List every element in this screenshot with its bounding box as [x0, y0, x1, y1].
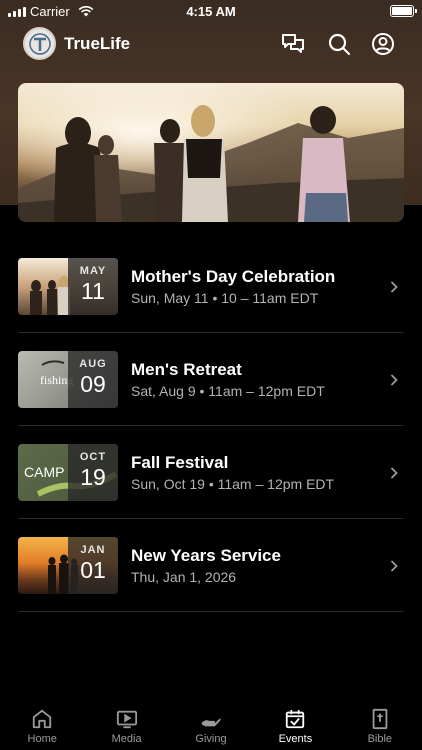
bible-icon	[372, 708, 388, 730]
logo-icon	[28, 32, 51, 55]
chevron-right-icon	[390, 467, 398, 479]
event-datetime: Sat, Aug 9 • 11am – 12pm EDT	[131, 383, 325, 399]
badge-day: 01	[80, 557, 106, 583]
event-row[interactable]: fishing AUG 09 Men's Retreat Sat, Aug 9 …	[18, 333, 404, 426]
giving-icon	[201, 718, 221, 727]
chevron-right-icon	[390, 560, 398, 572]
app-title: TrueLife	[64, 34, 131, 53]
event-list: MAY 11 Mother's Day Celebration Sun, May…	[18, 240, 404, 612]
calendar-icon	[286, 709, 305, 729]
event-title: Mother's Day Celebration	[131, 267, 336, 286]
date-badge: OCT 19	[68, 444, 118, 501]
app-logo[interactable]	[23, 27, 56, 60]
badge-month: JAN	[80, 544, 106, 556]
badge-day: 11	[81, 278, 105, 304]
account-icon[interactable]	[371, 32, 395, 56]
tab-events[interactable]: Events	[253, 700, 337, 750]
event-row[interactable]: CAMP OCT 19 Fall Festival Sun, Oct 19 • …	[18, 426, 404, 519]
event-thumbnail: CAMP OCT 19	[18, 444, 118, 501]
badge-month: MAY	[79, 265, 107, 277]
event-datetime: Thu, Jan 1, 2026	[131, 569, 237, 585]
chevron-right-icon	[390, 374, 398, 386]
badge-month: AUG	[79, 358, 107, 370]
date-badge: AUG 09	[68, 351, 118, 408]
badge-day: 19	[80, 464, 106, 490]
badge-month: OCT	[79, 451, 107, 463]
tab-media[interactable]: Media	[84, 700, 168, 750]
tab-label: Home	[27, 733, 57, 745]
badge-day: 09	[80, 371, 106, 397]
app-header: TrueLife	[0, 24, 422, 64]
event-row[interactable]: MAY 11 Mother's Day Celebration Sun, May…	[18, 240, 404, 333]
tab-giving[interactable]: Giving	[169, 700, 253, 750]
tab-bible[interactable]: Bible	[338, 700, 422, 750]
tab-bar: Home Media Giving Events Bible	[0, 700, 422, 750]
tab-label: Events	[278, 733, 313, 745]
hero-illustration	[18, 83, 404, 222]
hero-image[interactable]	[18, 83, 404, 222]
event-datetime: Sun, May 11 • 10 – 11am EDT	[131, 290, 319, 306]
event-title: Fall Festival	[131, 453, 229, 472]
home-icon	[33, 709, 52, 729]
status-bar: Carrier 4:15 AM	[0, 0, 422, 22]
tab-label: Giving	[195, 733, 227, 745]
tab-home[interactable]: Home	[0, 700, 84, 750]
tab-label: Media	[111, 733, 142, 745]
event-thumbnail: MAY 11	[18, 258, 118, 315]
event-title: New Years Service	[131, 546, 281, 565]
event-datetime: Sun, Oct 19 • 11am – 12pm EDT	[131, 476, 335, 492]
thumbnail-text: CAMP	[24, 464, 64, 480]
event-thumbnail: JAN 01	[18, 537, 118, 594]
search-icon[interactable]	[327, 32, 351, 56]
chevron-right-icon	[390, 281, 398, 293]
event-title: Men's Retreat	[131, 360, 242, 379]
event-thumbnail: fishing AUG 09	[18, 351, 118, 408]
status-time: 4:15 AM	[186, 4, 236, 19]
chat-icon[interactable]	[281, 32, 305, 56]
event-row[interactable]: JAN 01 New Years Service Thu, Jan 1, 202…	[18, 519, 404, 612]
tab-label: Bible	[367, 733, 393, 745]
media-icon	[116, 710, 137, 729]
date-badge: MAY 11	[68, 258, 118, 315]
date-badge: JAN 01	[68, 537, 118, 594]
battery-icon	[390, 5, 417, 17]
